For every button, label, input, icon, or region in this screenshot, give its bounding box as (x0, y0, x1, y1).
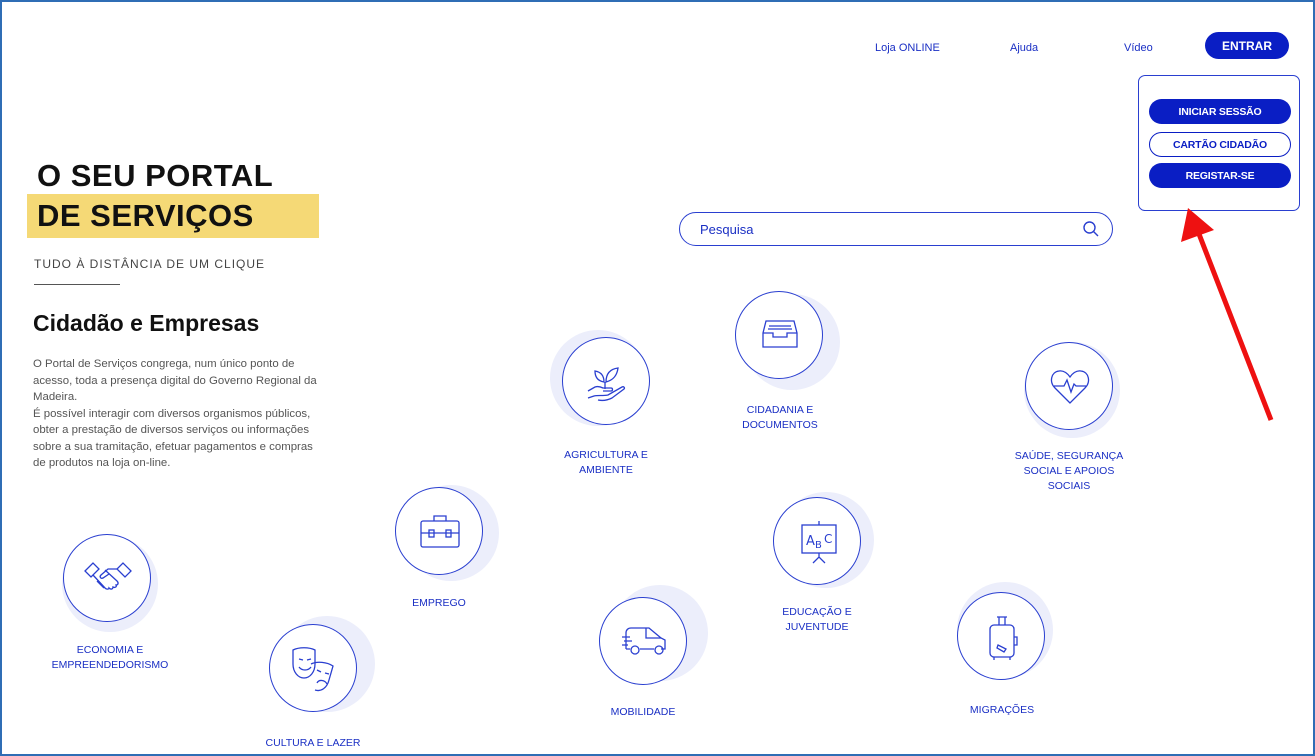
svg-text:A: A (806, 534, 815, 549)
divider (34, 284, 120, 285)
archive-box-icon (760, 317, 800, 358)
service-circle (735, 291, 823, 379)
search-bar (679, 212, 1113, 246)
search-input[interactable] (698, 221, 1062, 238)
login-dropdown: INICIAR SESSÃO CARTÃO CIDADÃO REGISTAR-S… (1138, 75, 1300, 211)
service-circle (395, 487, 483, 575)
service-economia[interactable]: ECONOMIA E EMPREENDEDORISMO (46, 528, 196, 688)
search-icon[interactable] (1082, 220, 1100, 243)
registar-button[interactable]: REGISTAR-SE (1149, 163, 1291, 188)
service-label: MOBILIDADE (610, 706, 676, 718)
iniciar-sessao-button[interactable]: INICIAR SESSÃO (1149, 99, 1291, 124)
description-paragraph-1: O Portal de Serviços congrega, num único… (33, 358, 317, 403)
svg-text:C: C (824, 532, 832, 546)
nav-loja-online[interactable]: Loja ONLINE (875, 42, 940, 54)
heart-pulse-icon (1048, 368, 1092, 411)
service-circle (599, 597, 687, 685)
service-label: ECONOMIA E EMPREENDEDORISMO (51, 644, 169, 671)
service-migracoes[interactable]: MIGRAÇÕES (945, 580, 1095, 730)
briefcase-icon (418, 512, 462, 555)
service-emprego[interactable]: EMPREGO (383, 483, 533, 613)
hero-title-line1: O SEU PORTAL (37, 158, 274, 193)
service-label: SAÚDE, SEGURANÇA SOCIAL E APOIOS SOCIAIS (1014, 450, 1124, 492)
nav-ajuda[interactable]: Ajuda (1010, 42, 1038, 54)
theater-masks-icon (289, 646, 337, 697)
entrar-button[interactable]: ENTRAR (1205, 32, 1289, 59)
cartao-cidadao-button[interactable]: CARTÃO CIDADÃO (1149, 132, 1291, 157)
service-label: EDUCAÇÃO E JUVENTUDE (782, 606, 852, 633)
svg-text:B: B (815, 540, 822, 551)
service-circle (562, 337, 650, 425)
handshake-icon (83, 561, 133, 602)
hero-tagline: TUDO À DISTÂNCIA DE UM CLIQUE (34, 257, 266, 271)
luggage-icon (985, 613, 1019, 668)
section-title: Cidadão e Empresas (33, 310, 260, 336)
section-description: O Portal de Serviços congrega, num único… (33, 356, 318, 472)
service-label: CIDADANIA E DOCUMENTOS (742, 404, 818, 431)
hero-title-line2: DE SERVIÇOS (37, 198, 254, 233)
service-label: EMPREGO (412, 597, 466, 609)
service-mobilidade[interactable]: MOBILIDADE (590, 585, 750, 735)
service-saude[interactable]: SAÚDE, SEGURANÇA SOCIAL E APOIOS SOCIAIS (1010, 336, 1170, 506)
service-cidadania[interactable]: CIDADANIA E DOCUMENTOS (724, 288, 874, 438)
van-icon (622, 625, 668, 664)
plant-hand-icon (584, 358, 630, 409)
service-circle (269, 624, 357, 712)
service-label: MIGRAÇÕES (969, 704, 1035, 716)
nav-video[interactable]: Vídeo (1124, 42, 1153, 54)
service-circle (957, 592, 1045, 680)
service-circle (1025, 342, 1113, 430)
service-circle (63, 534, 151, 622)
service-cultura[interactable]: CULTURA E LAZER (257, 612, 407, 752)
abc-board-icon: ABC (799, 519, 839, 570)
service-label: CULTURA E LAZER (265, 737, 361, 749)
description-paragraph-2: É possível interagir com diversos organi… (33, 407, 313, 470)
service-agricultura[interactable]: AGRICULTURA E AMBIENTE (540, 330, 690, 480)
service-educacao[interactable]: ABC EDUCAÇÃO E JUVENTUDE (760, 490, 920, 640)
service-label: AGRICULTURA E AMBIENTE (564, 449, 648, 476)
service-circle: ABC (773, 497, 861, 585)
